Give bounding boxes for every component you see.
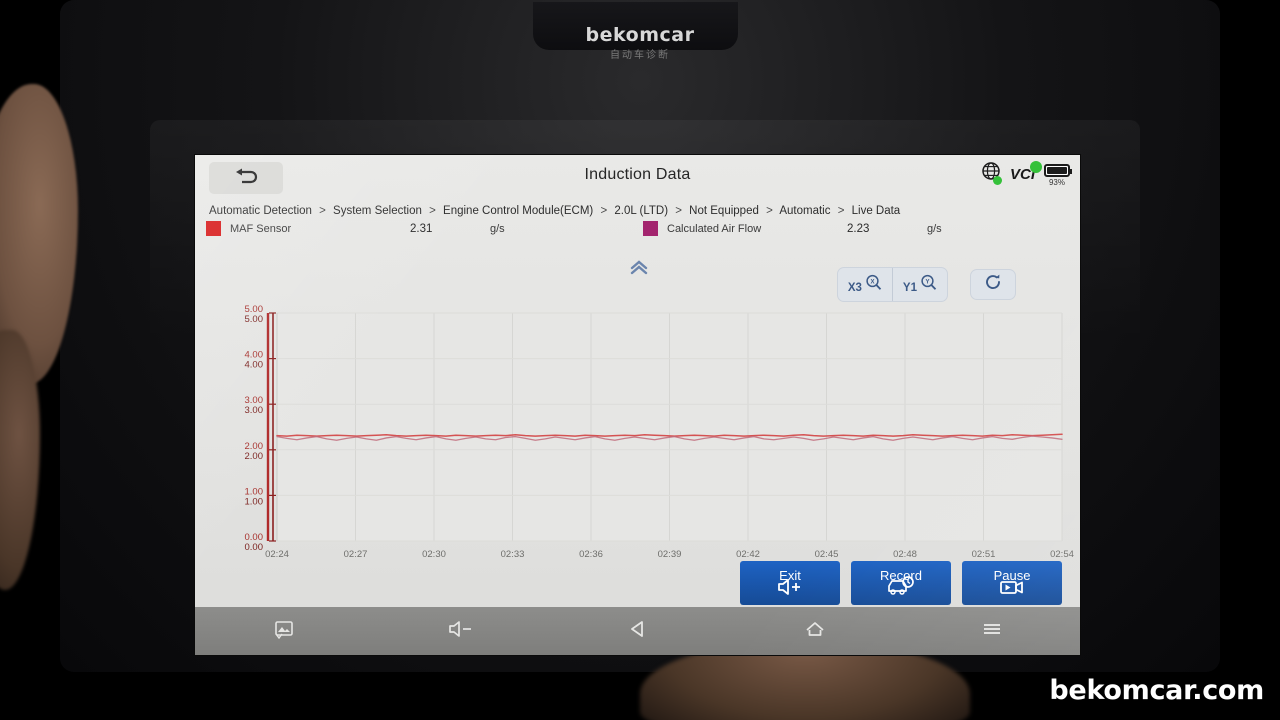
- legend-swatch: [206, 221, 221, 236]
- battery-fill: [1047, 167, 1068, 174]
- breadcrumb-separator: >: [429, 205, 436, 217]
- chart-y-tick-label-secondary: 3.00: [245, 405, 264, 416]
- car-record-icon: [888, 576, 914, 595]
- legend-unit: g/s: [490, 222, 505, 235]
- back-triangle-icon: [627, 619, 649, 644]
- breadcrumb-separator: >: [600, 205, 608, 217]
- legend-unit: g/s: [927, 222, 942, 235]
- chevron-double-up-icon: [630, 260, 648, 275]
- battery-icon: [1044, 164, 1072, 177]
- chart-x-tick-label: 02:54: [1050, 549, 1074, 560]
- chart-x-tick-label: 02:42: [736, 549, 760, 560]
- legend-item-calculated-air-flow[interactable]: Calculated Air Flow 2.23 g/s: [643, 221, 942, 236]
- refresh-icon: [983, 272, 1003, 297]
- breadcrumb-item-5[interactable]: Automatic: [779, 205, 830, 217]
- collapse-panel-button[interactable]: [627, 259, 651, 277]
- vci-status[interactable]: VCI: [1010, 161, 1042, 183]
- zoom-button-group: X3 X Y1 Y: [836, 267, 948, 302]
- live-data-chart[interactable]: 5.00 5.00 4.00 4.00 3.00 3.00 2.00 2.00 1.00 1.00…: [195, 303, 1080, 575]
- home-button[interactable]: [726, 619, 903, 644]
- chart-y-tick-label-secondary: 1.00: [245, 496, 264, 507]
- home-icon: [803, 619, 827, 644]
- chart-x-tick-label: 02:24: [265, 549, 289, 560]
- breadcrumb-item-2[interactable]: Engine Control Module(ECM): [443, 205, 593, 217]
- screenshot-root: bekomcar 自动车诊断 Induction Data VCI 93% Au…: [0, 0, 1280, 720]
- volume-down-button[interactable]: [372, 619, 549, 644]
- legend-value: 2.31: [410, 222, 433, 235]
- screenshot-icon: [273, 619, 295, 644]
- magnifier-y-icon: Y: [920, 274, 937, 294]
- battery-percent: 93%: [1048, 178, 1065, 187]
- volume-up-key-overlay: [740, 576, 840, 603]
- chart-y-tick-label-secondary: 2.00: [245, 451, 264, 462]
- video-camera-icon: [1000, 581, 1023, 594]
- record-key-overlay: [851, 574, 951, 603]
- battery-status: 93%: [1044, 161, 1072, 187]
- svg-text:Y: Y: [925, 280, 929, 286]
- chart-x-tick-label: 02:48: [893, 549, 917, 560]
- wifi-icon: [1030, 161, 1042, 173]
- y-zoom-button[interactable]: Y1 Y: [891, 268, 947, 301]
- chart-y-tick-label-secondary: 4.00: [245, 360, 264, 371]
- chart-x-tick-label: 02:33: [501, 549, 525, 560]
- y-zoom-label: Y1: [902, 282, 917, 294]
- chart-x-tick-label: 02:45: [815, 549, 839, 560]
- site-watermark: bekomcar.com: [1049, 675, 1264, 706]
- chart-y-tick-label-secondary: 0.00: [245, 542, 264, 553]
- breadcrumb-item-1[interactable]: System Selection: [333, 205, 422, 217]
- menu-button[interactable]: [903, 619, 1080, 644]
- chart-x-tick-label: 02:27: [344, 549, 368, 560]
- breadcrumb-separator: >: [837, 205, 845, 217]
- title-bar: Induction Data VCI 93%: [195, 155, 1080, 201]
- globe-online-badge: [992, 176, 1002, 185]
- page-title: Induction Data: [584, 166, 691, 183]
- chart-x-tick-label: 02:30: [422, 549, 446, 560]
- brand-watermark-top: bekomcar: [585, 24, 695, 46]
- globe-status[interactable]: [981, 161, 1002, 186]
- magnifier-x-icon: X: [865, 274, 882, 294]
- breadcrumb-item-6[interactable]: Live Data: [852, 205, 901, 217]
- tablet-screen: Induction Data VCI 93% Automatic Detecti…: [195, 155, 1080, 655]
- breadcrumb-item-4[interactable]: Not Equipped: [689, 205, 759, 217]
- breadcrumb-item-0[interactable]: Automatic Detection: [209, 205, 312, 217]
- chart-y-tick-label-secondary: 5.00: [245, 314, 264, 325]
- hand-fingers-left: [0, 330, 40, 590]
- legend-label: MAF Sensor: [230, 222, 292, 235]
- legend-value: 2.23: [847, 222, 870, 235]
- x-zoom-label: X3: [847, 282, 862, 294]
- svg-text:X: X: [870, 280, 874, 286]
- status-icons: VCI 93%: [981, 161, 1072, 187]
- legend-swatch: [643, 221, 658, 236]
- volume-down-icon: [446, 619, 476, 644]
- x-zoom-button[interactable]: X3 X: [838, 268, 892, 301]
- menu-icon: [980, 619, 1004, 644]
- chart-x-tick-label: 02:51: [972, 549, 996, 560]
- breadcrumb[interactable]: Automatic Detection > System Selection >…: [195, 201, 1080, 217]
- brand-watermark-top-sub: 自动车诊断: [610, 50, 670, 61]
- breadcrumb-item-3[interactable]: 2.0L (LTD): [614, 205, 668, 217]
- breadcrumb-separator: >: [319, 205, 326, 217]
- chart-x-tick-label: 02:36: [579, 549, 603, 560]
- chart-svg: 5.005.004.004.003.003.002.002.001.001.00…: [245, 304, 1074, 560]
- refresh-button[interactable]: [970, 269, 1016, 300]
- back-button-nav[interactable]: [549, 619, 726, 644]
- android-navigation-bar: [195, 607, 1080, 655]
- chart-controls: X3 X Y1 Y: [836, 267, 1016, 302]
- video-key-overlay: [962, 576, 1062, 603]
- legend-row: MAF Sensor 2.31 g/s Calculated Air Flow …: [195, 221, 1080, 247]
- legend-label: Calculated Air Flow: [667, 222, 762, 235]
- chart-x-tick-label: 02:39: [658, 549, 682, 560]
- breadcrumb-separator: >: [766, 205, 773, 217]
- legend-item-maf-sensor[interactable]: MAF Sensor 2.31 g/s: [206, 221, 505, 236]
- screenshot-button[interactable]: [195, 619, 372, 644]
- breadcrumb-separator: >: [675, 205, 682, 217]
- volume-up-icon: [778, 579, 800, 595]
